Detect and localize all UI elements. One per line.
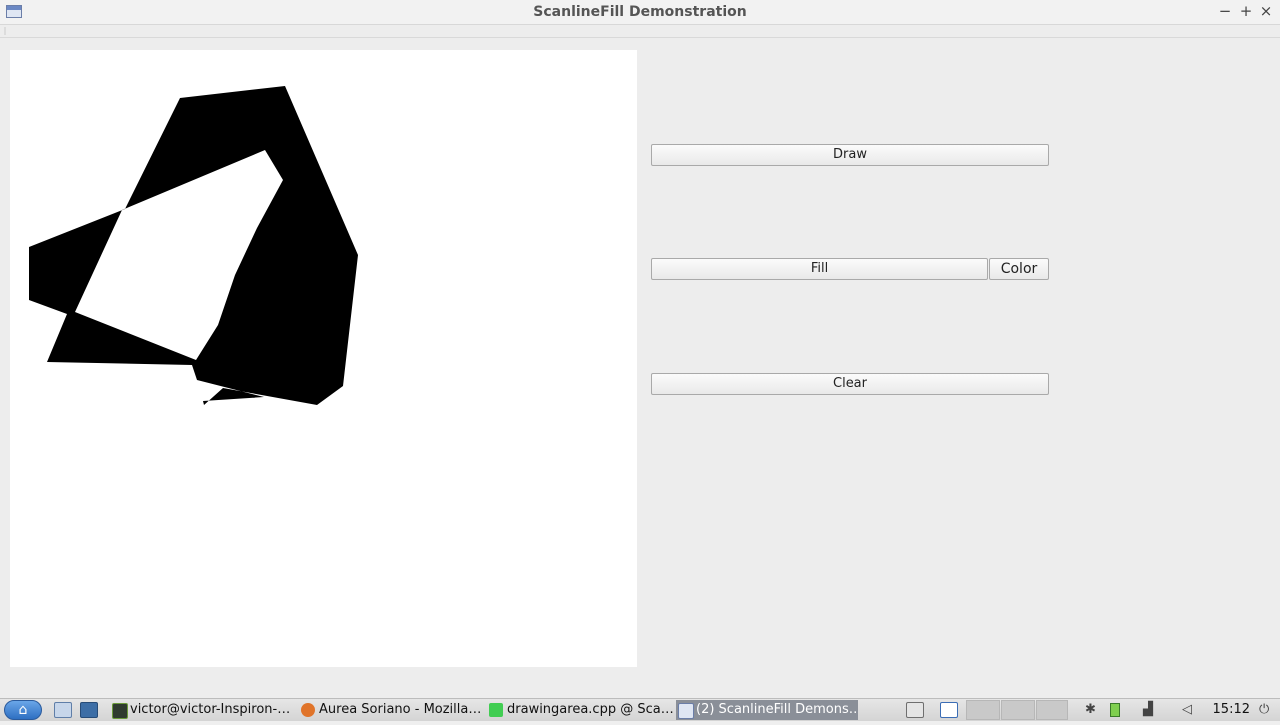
taskbar: ⌂ victor@victor-Inspiron-… Aurea Soriano… [0, 698, 1280, 721]
start-menu-icon[interactable]: ⌂ [4, 700, 42, 720]
show-desktop-icon[interactable] [906, 702, 924, 718]
firefox-icon [301, 703, 315, 717]
close-icon[interactable]: × [1257, 2, 1275, 20]
battery-icon[interactable] [1110, 703, 1120, 717]
bluetooth-icon[interactable]: ✱ [1085, 703, 1096, 725]
app-window-icon [678, 703, 694, 719]
drawing-area[interactable] [10, 50, 637, 667]
maximize-icon[interactable]: + [1237, 2, 1255, 20]
clear-button[interactable]: Clear [651, 373, 1049, 395]
toolbar-grip-icon[interactable] [4, 27, 6, 35]
window-list-icon[interactable] [940, 702, 958, 718]
filled-polygon [29, 86, 358, 405]
qtcreator-icon [489, 703, 503, 717]
task-label: drawingarea.cpp @ Sca… [507, 702, 673, 717]
minimize-icon[interactable]: − [1216, 2, 1234, 20]
task-label: (2) ScanlineFill Demons… [696, 702, 858, 717]
task-label: victor@victor-Inspiron-… [130, 702, 291, 717]
taskbar-task-terminal[interactable]: victor@victor-Inspiron-… [110, 700, 296, 720]
fill-button[interactable]: Fill [651, 258, 988, 280]
workspace-1[interactable] [966, 700, 1000, 720]
workspace-2[interactable] [1001, 700, 1035, 720]
power-icon[interactable]: ⏻ [1259, 703, 1269, 725]
app-window: ScanlineFill Demonstration − + × Draw Fi… [0, 0, 1280, 698]
volume-icon[interactable]: ◁ [1182, 703, 1192, 725]
browser-launcher-icon[interactable] [80, 702, 98, 718]
clock[interactable]: 15:12 [1213, 700, 1250, 722]
network-signal-icon[interactable]: ▟ [1143, 703, 1153, 725]
workspace-3[interactable] [1036, 700, 1068, 720]
taskbar-task-firefox[interactable]: Aurea Soriano - Mozilla… [299, 700, 483, 720]
title-bar[interactable]: ScanlineFill Demonstration − + × [0, 0, 1280, 25]
draw-button[interactable]: Draw [651, 144, 1049, 166]
toolbar-strip [0, 25, 1280, 38]
taskbar-task-qtcreator[interactable]: drawingarea.cpp @ Sca… [487, 700, 673, 720]
drawing-canvas [29, 86, 358, 405]
file-manager-icon[interactable] [54, 702, 72, 718]
window-title: ScanlineFill Demonstration [533, 4, 747, 20]
taskbar-task-scanlinefill[interactable]: (2) ScanlineFill Demons… [676, 700, 858, 720]
color-button[interactable]: Color [989, 258, 1049, 280]
task-label: Aurea Soriano - Mozilla… [319, 702, 482, 717]
terminal-icon [112, 703, 128, 719]
